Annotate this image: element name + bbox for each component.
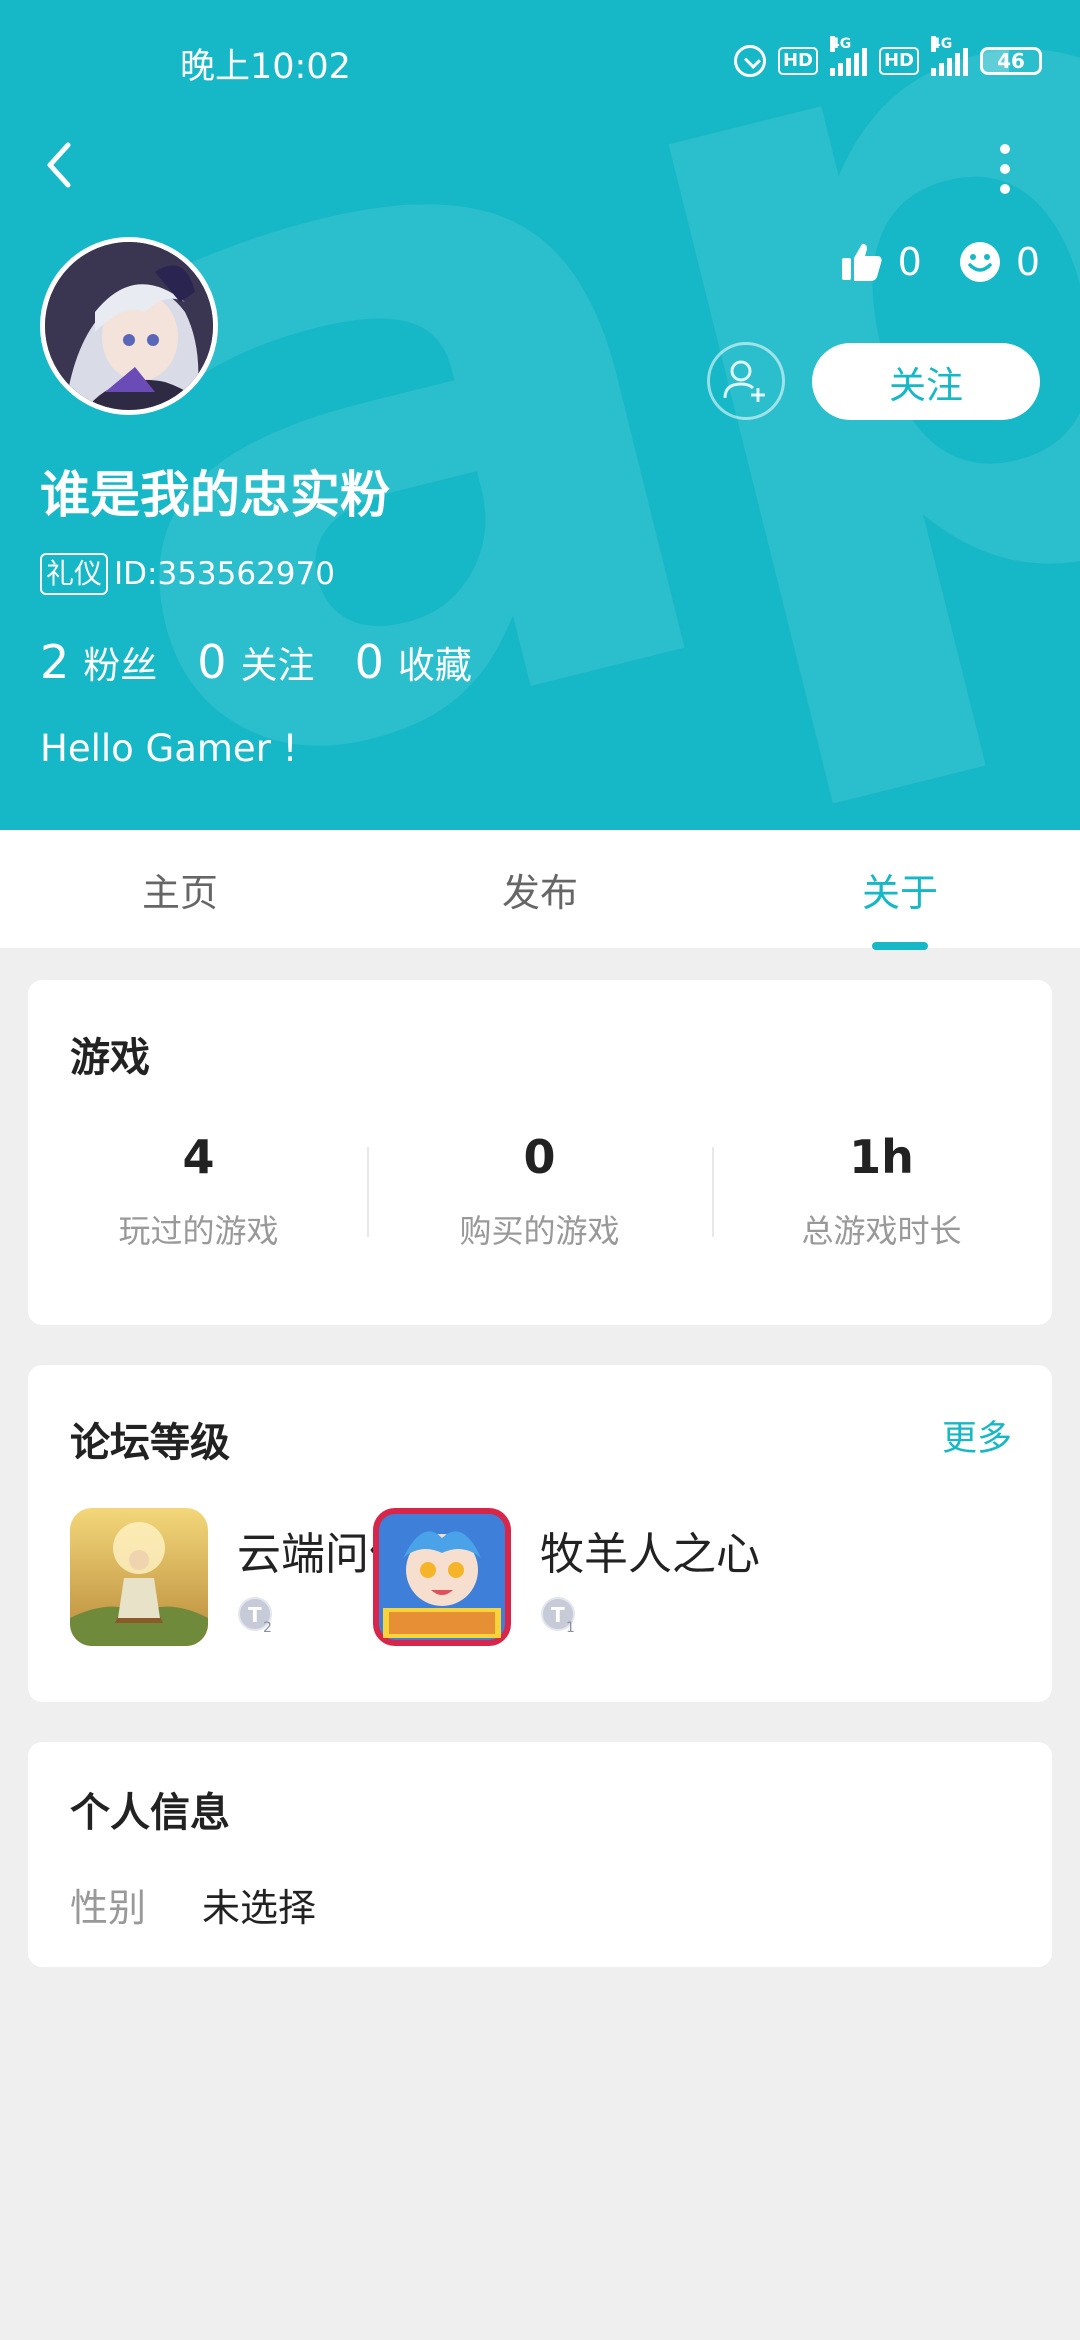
- status-bar: 晚上10:02 HD 4G HD 4G 46: [0, 0, 1080, 120]
- gender-label: 性别: [70, 1886, 147, 1930]
- add-friend-button[interactable]: [707, 342, 785, 420]
- forum-more-link[interactable]: 更多: [942, 1410, 1012, 1461]
- battery-icon: 46: [980, 47, 1042, 75]
- played-games-stat[interactable]: 4 玩过的游戏: [28, 1130, 369, 1252]
- forum-game-name: 牧羊人之心: [540, 1529, 760, 1580]
- user-id-row: 礼仪 ID:353562970: [40, 553, 335, 595]
- back-button[interactable]: [38, 135, 88, 195]
- hd-icon: HD: [878, 47, 919, 75]
- svg-text:T: T: [551, 1603, 565, 1627]
- favorites-count[interactable]: 0 收藏: [355, 635, 472, 689]
- username: 谁是我的忠实粉: [40, 466, 390, 524]
- follow-counts: 2 粉丝 0 关注 0 收藏: [40, 635, 472, 689]
- network-type: 4G: [829, 36, 852, 52]
- likes-count: 0: [897, 240, 922, 284]
- active-tab-indicator: [872, 942, 928, 950]
- gender-value: 未选择: [202, 1886, 317, 1930]
- game-icon: [373, 1508, 511, 1646]
- level-badge-icon: T 2: [238, 1597, 272, 1636]
- games-card: 游戏 4 玩过的游戏 0 购买的游戏 1h 总游戏时长: [28, 980, 1052, 1325]
- game-icon-image: [373, 1508, 511, 1646]
- status-time: 晚上10:02: [180, 47, 351, 87]
- smiles-stat[interactable]: 0: [958, 240, 1040, 284]
- tab-about[interactable]: 关于: [720, 830, 1080, 948]
- forum-level-card: 论坛等级 更多 云端问仙 T 2 牧羊人之心 T 1: [28, 1365, 1052, 1702]
- gender-row: 性别 未选择: [70, 1877, 316, 1932]
- personal-info-title: 个人信息: [70, 1790, 230, 1836]
- personal-info-card: 个人信息 性别 未选择: [28, 1742, 1052, 1967]
- avatar-image: [45, 242, 213, 410]
- purchased-games-stat[interactable]: 0 购买的游戏: [369, 1130, 710, 1252]
- alarm-icon: [733, 45, 766, 77]
- tab-home[interactable]: 主页: [0, 830, 360, 948]
- battery-level: 46: [997, 49, 1025, 73]
- bio-text: Hello Gamer !: [40, 727, 298, 770]
- game-icon-image: [70, 1508, 208, 1646]
- svg-text:T: T: [248, 1603, 262, 1627]
- profile-header: ap 晚上10:02 HD 4G HD 4G 46 0 0 关注 谁是我的忠实粉…: [0, 0, 1080, 830]
- following-count[interactable]: 0 关注: [197, 635, 314, 689]
- game-icon: [70, 1508, 208, 1646]
- fans-count[interactable]: 2 粉丝: [40, 635, 157, 689]
- signal-icon: 4G: [829, 36, 867, 76]
- games-title: 游戏: [70, 1035, 150, 1081]
- profile-tabs: 主页 发布 关于: [0, 830, 1080, 948]
- hd-icon: HD: [777, 47, 818, 75]
- profile-reactions: 0 0: [840, 240, 1040, 284]
- likes-stat[interactable]: 0: [840, 240, 922, 284]
- follow-button[interactable]: 关注: [812, 343, 1040, 420]
- level-number: 2: [263, 1620, 272, 1636]
- more-options-button[interactable]: [990, 140, 1020, 194]
- status-icons: HD 4G HD 4G 46: [733, 36, 1042, 78]
- smiles-count: 0: [1015, 240, 1040, 284]
- forum-item[interactable]: 牧羊人之心 T 1: [373, 1508, 793, 1648]
- forum-title: 论坛等级: [70, 1420, 230, 1466]
- smile-icon: [959, 242, 1000, 282]
- avatar[interactable]: [40, 237, 218, 415]
- level-number: 1: [566, 1620, 575, 1636]
- total-playtime-stat[interactable]: 1h 总游戏时长: [711, 1130, 1052, 1252]
- back-arrow-icon: [47, 142, 71, 188]
- signal-icon: 4G: [931, 36, 968, 76]
- user-id: ID:353562970: [114, 556, 335, 592]
- tab-posts[interactable]: 发布: [360, 830, 720, 948]
- network-type: 4G: [931, 36, 953, 52]
- etiquette-badge[interactable]: 礼仪: [40, 553, 109, 595]
- level-badge-icon: T 1: [541, 1597, 575, 1636]
- thumbs-up-icon: [841, 243, 882, 281]
- add-user-icon: [723, 360, 765, 402]
